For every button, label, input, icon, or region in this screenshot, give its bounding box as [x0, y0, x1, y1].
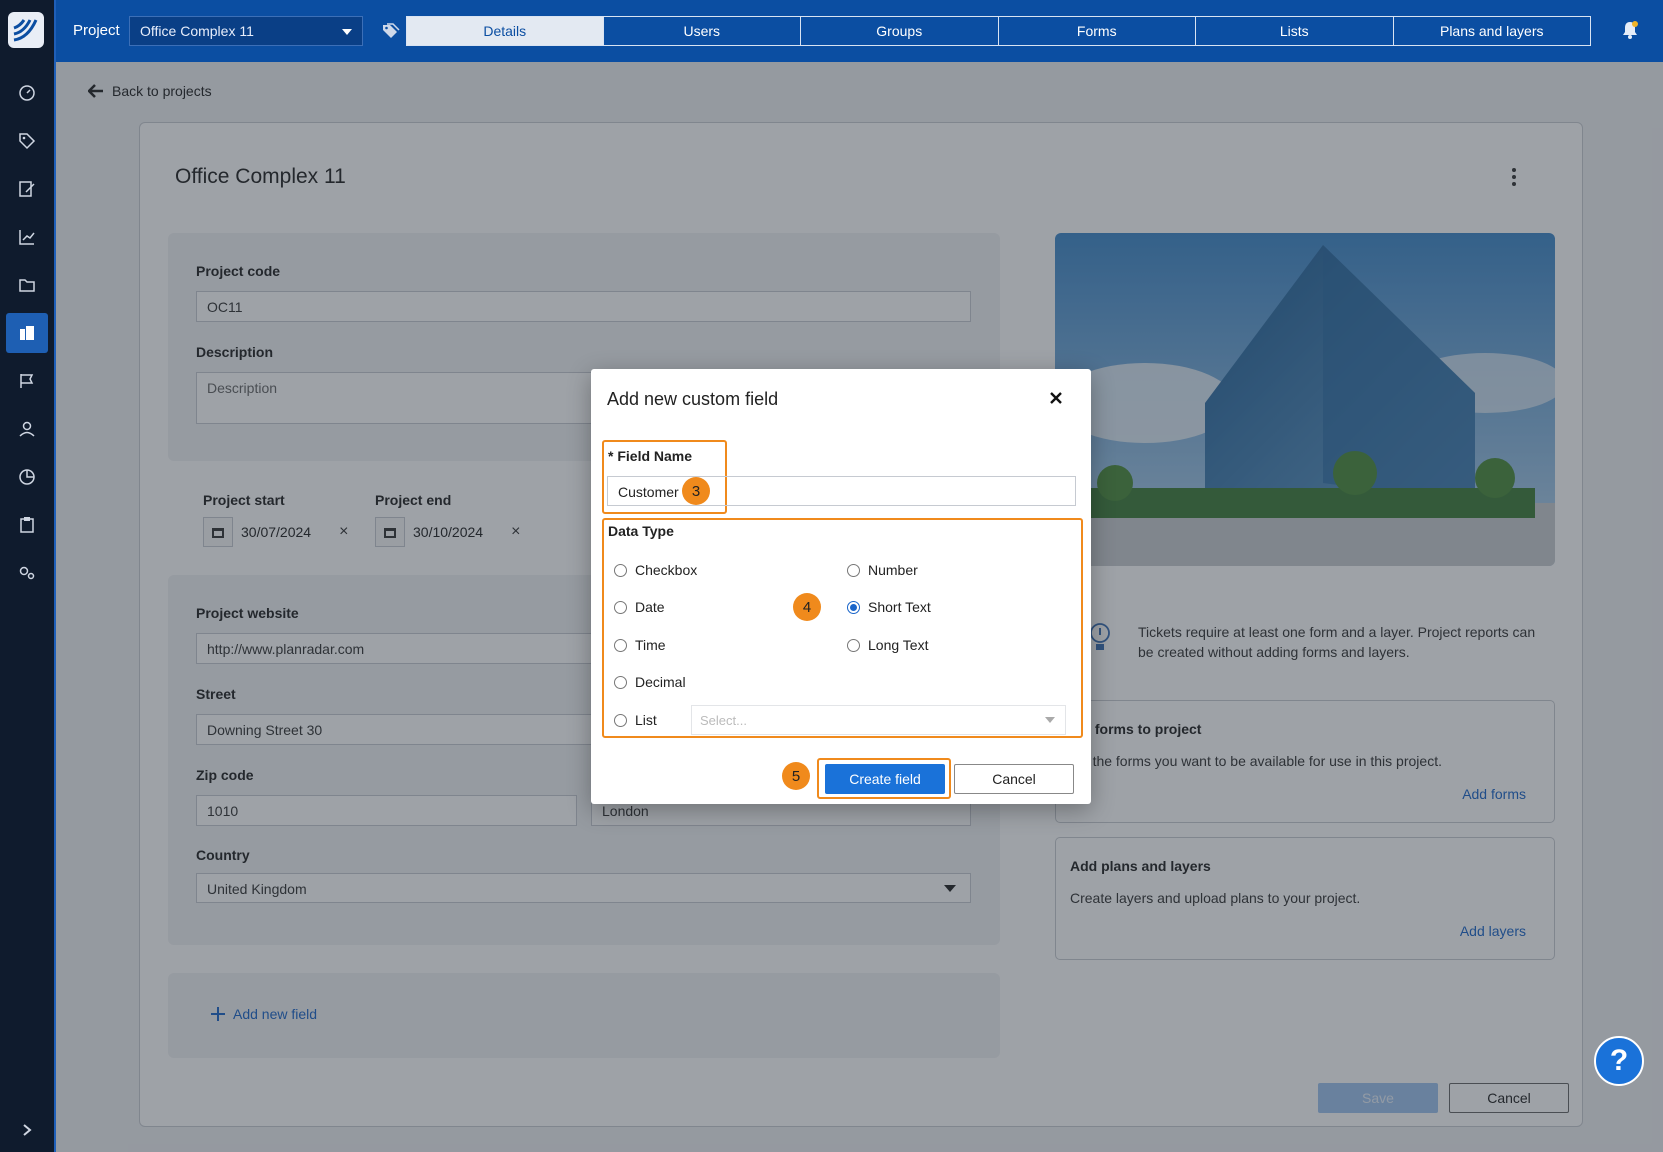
- tickets-tag-icon[interactable]: [0, 121, 54, 161]
- radio-time[interactable]: Time: [614, 637, 666, 653]
- help-button[interactable]: ?: [1594, 1036, 1644, 1086]
- field-name-label: * Field Name: [608, 448, 693, 464]
- reports-pie-icon[interactable]: [0, 457, 54, 497]
- statistics-icon[interactable]: [0, 217, 54, 257]
- tab-plans-and-layers[interactable]: Plans and layers: [1393, 16, 1591, 46]
- radio-short-text[interactable]: Short Text: [847, 599, 931, 615]
- data-type-label: Data Type: [608, 523, 674, 539]
- chevron-down-icon: [342, 29, 352, 35]
- radio-dot[interactable]: [847, 563, 860, 577]
- close-icon[interactable]: [1047, 389, 1065, 407]
- left-nav-rail: [0, 0, 56, 1152]
- notifications-bell-icon[interactable]: [1620, 20, 1640, 40]
- step-badge-4: 4: [793, 593, 821, 621]
- radio-dot[interactable]: [614, 563, 627, 577]
- radio-long-text-label: Long Text: [868, 637, 929, 653]
- radio-dot-selected[interactable]: [847, 600, 860, 614]
- step-badge-3: 3: [682, 477, 710, 505]
- radio-date-label: Date: [635, 599, 665, 615]
- top-bar: Project Office Complex 11 Details Users …: [56, 0, 1663, 62]
- tab-users[interactable]: Users: [603, 16, 801, 46]
- radio-dot[interactable]: [847, 638, 860, 652]
- radio-dot[interactable]: [614, 600, 627, 614]
- app-logo-icon[interactable]: [8, 12, 44, 48]
- tab-forms[interactable]: Forms: [998, 16, 1196, 46]
- radio-dot[interactable]: [614, 638, 627, 652]
- projects-building-icon[interactable]: [6, 313, 48, 353]
- radio-number[interactable]: Number: [847, 562, 918, 578]
- radio-date[interactable]: Date: [614, 599, 665, 615]
- tab-lists[interactable]: Lists: [1196, 16, 1394, 46]
- step-badge-5: 5: [782, 762, 810, 790]
- dialog-title: Add new custom field: [607, 389, 779, 409]
- radio-checkbox-label: Checkbox: [635, 562, 698, 578]
- dialog-cancel-button[interactable]: Cancel: [954, 764, 1074, 794]
- folder-icon[interactable]: [0, 265, 54, 305]
- radio-short-text-label: Short Text: [868, 599, 931, 615]
- radio-number-label: Number: [868, 562, 918, 578]
- add-custom-field-dialog: Add new custom field * Field Name Custom…: [591, 369, 1091, 804]
- expand-sidebar-chevron-icon[interactable]: [0, 1115, 54, 1145]
- settings-gears-icon[interactable]: [0, 553, 54, 593]
- clipboard-icon[interactable]: [0, 505, 54, 545]
- radio-time-label: Time: [635, 637, 666, 653]
- tab-details[interactable]: Details: [406, 16, 604, 46]
- field-name-input[interactable]: Customer: [607, 476, 1076, 506]
- list-select-placeholder: Select...: [700, 713, 747, 728]
- tags-icon[interactable]: [382, 22, 400, 40]
- flag-icon[interactable]: [0, 361, 54, 401]
- edit-document-icon[interactable]: [0, 169, 54, 209]
- project-select[interactable]: Office Complex 11: [129, 16, 363, 46]
- radio-dot[interactable]: [614, 713, 627, 727]
- radio-decimal-label: Decimal: [635, 674, 686, 690]
- project-tabs: Details Users Groups Forms Lists Plans a…: [406, 16, 1591, 46]
- radio-long-text[interactable]: Long Text: [847, 637, 928, 653]
- radio-decimal[interactable]: Decimal: [614, 674, 686, 690]
- dashboard-icon[interactable]: [0, 73, 54, 113]
- radio-list-label: List: [635, 712, 657, 728]
- user-icon[interactable]: [0, 409, 54, 449]
- list-select[interactable]: Select...: [691, 705, 1066, 735]
- radio-list[interactable]: List: [614, 712, 657, 728]
- project-select-value: Office Complex 11: [140, 23, 254, 39]
- radio-checkbox[interactable]: Checkbox: [614, 562, 697, 578]
- project-label: Project: [73, 22, 120, 39]
- tab-groups[interactable]: Groups: [801, 16, 999, 46]
- radio-dot[interactable]: [614, 675, 627, 689]
- create-field-button[interactable]: Create field: [825, 764, 945, 794]
- chevron-down-icon: [1045, 717, 1055, 723]
